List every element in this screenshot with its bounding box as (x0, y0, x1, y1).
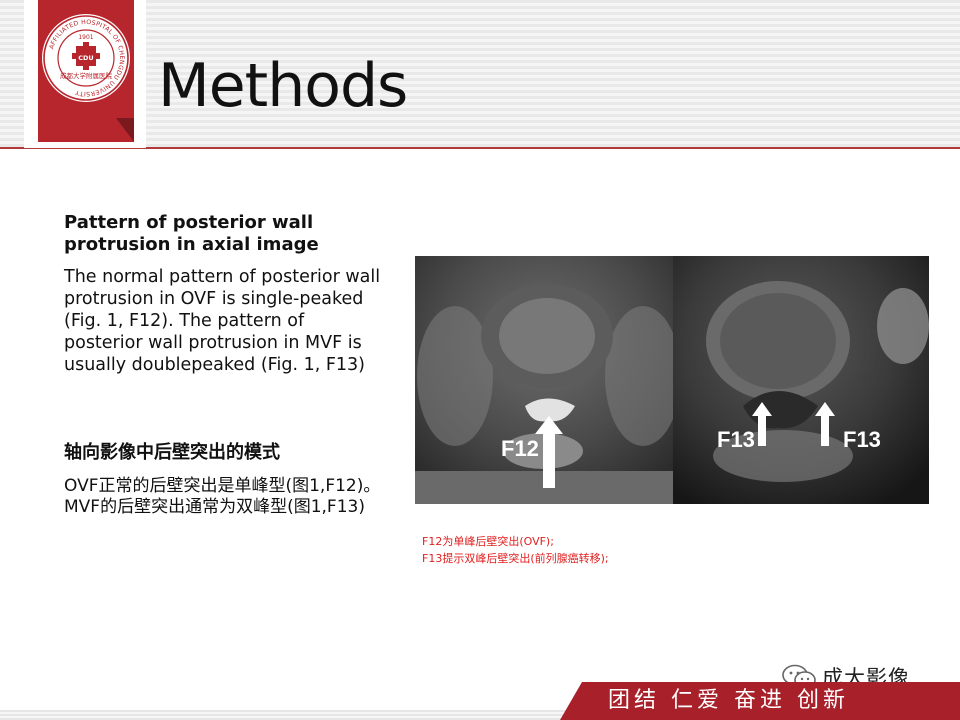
footer-motto: 团结 仁爱 奋进 创新 (608, 688, 849, 713)
english-heading: Pattern of posterior wall protrusion in … (64, 212, 319, 255)
figure-caption: F12为单峰后壁突出(OVF); F13提示双峰后壁突出(前列腺癌转移); (422, 533, 609, 567)
label-f13-right: F13 (843, 427, 881, 452)
page-title: Methods (158, 51, 408, 121)
mri-figure: F12 F13 F13 (415, 256, 929, 504)
hospital-logo: AFFILIATED HOSPITAL OF CHENGDU UNIVERSIT… (42, 14, 130, 102)
logo-year: 1901 (78, 34, 93, 41)
chinese-paragraph: OVF正常的后壁突出是单峰型(图1,F12)。MVF的后壁突出通常为双峰型(图1… (64, 476, 381, 517)
logo-badge: CDU (78, 54, 93, 62)
english-text-block: Pattern of posterior wall protrusion in … (64, 212, 384, 376)
logo-ribbon-fold (116, 118, 134, 142)
label-f12: F12 (501, 436, 539, 461)
label-f13-left: F13 (717, 427, 755, 452)
mri-panel-f13 (673, 256, 929, 504)
caption-line-2: F13提示双峰后壁突出(前列腺癌转移); (422, 552, 609, 565)
chinese-heading: 轴向影像中后壁突出的模式 (64, 442, 280, 463)
english-paragraph: The normal pattern of posterior wall pro… (64, 267, 381, 375)
mri-panel-f12 (415, 256, 673, 504)
footer-stripes (0, 710, 600, 720)
logo-cn-name: 成都大学附属医院 (60, 71, 113, 80)
caption-line-1: F12为单峰后壁突出(OVF); (422, 535, 554, 548)
